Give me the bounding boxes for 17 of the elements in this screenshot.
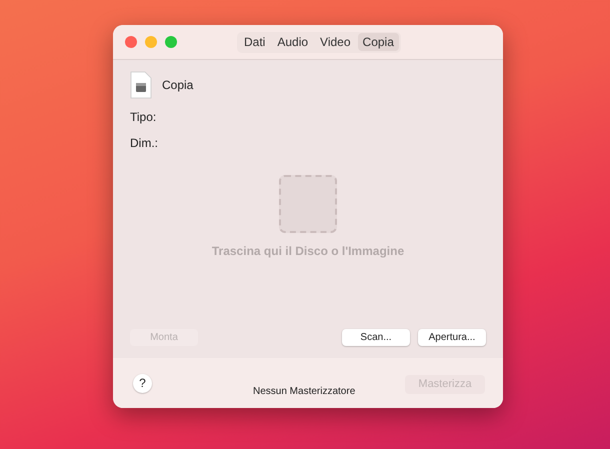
push-button[interactable]: Scan... <box>342 329 410 346</box>
status-text: Nessun Masterizzatore <box>253 384 356 398</box>
field-label: Tipo: <box>130 109 158 126</box>
tab[interactable]: Copia <box>358 33 399 51</box>
field-label: Dim.: <box>130 135 159 152</box>
tab[interactable]: Dati <box>239 33 270 51</box>
document-icon <box>130 71 152 99</box>
help-button[interactable]: ? <box>133 374 152 392</box>
zoom-button[interactable] <box>165 36 177 48</box>
file-name: Copia <box>162 77 194 94</box>
minimize-button[interactable] <box>145 36 157 48</box>
drop-zone[interactable] <box>279 175 337 233</box>
close-button[interactable] <box>125 36 137 48</box>
push-button[interactable]: Apertura... <box>418 329 486 346</box>
tab[interactable]: Audio <box>272 33 314 51</box>
drop-hint: Trascina qui il Disco o l'Immagine <box>212 243 404 260</box>
tab[interactable]: Video <box>315 33 356 51</box>
